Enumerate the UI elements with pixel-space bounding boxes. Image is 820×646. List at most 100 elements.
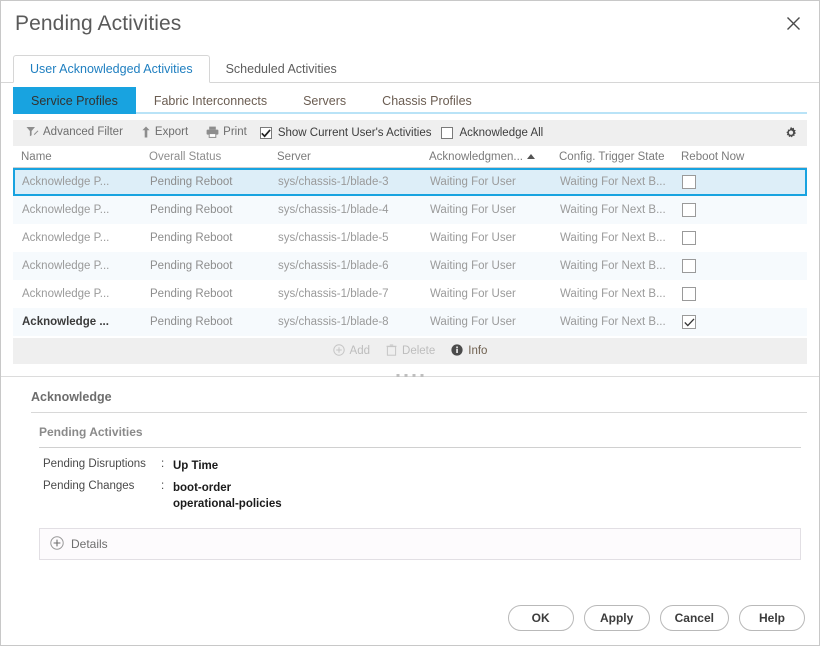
details-expander[interactable]: Details [39, 528, 801, 560]
table-row[interactable]: Acknowledge P... Pending Reboot sys/chas… [13, 252, 807, 280]
table-row[interactable]: Acknowledge P... Pending Reboot sys/chas… [13, 280, 807, 308]
acknowledge-all-checkbox[interactable]: Acknowledge All [437, 127, 549, 139]
tab-scheduled-activities[interactable]: Scheduled Activities [210, 55, 353, 83]
cell-reboot-now [674, 231, 764, 245]
cell-name: Acknowledge P... [22, 232, 110, 244]
close-icon[interactable] [779, 9, 807, 37]
tab-label: Servers [303, 93, 347, 108]
add-label: Add [349, 345, 371, 357]
column-header-config-trigger-state[interactable]: Config. Trigger State [551, 151, 673, 163]
table-row[interactable]: Acknowledge P... Pending Reboot sys/chas… [13, 168, 807, 196]
column-header-server[interactable]: Server [269, 151, 421, 163]
add-button[interactable]: Add [332, 343, 371, 359]
tab-service-profiles[interactable]: Service Profiles [13, 87, 136, 114]
cell-acknowledgment: Waiting For User [430, 232, 516, 244]
column-label: Server [277, 150, 311, 163]
reboot-now-checkbox[interactable] [682, 287, 696, 301]
cell-name: Acknowledge P... [22, 204, 110, 216]
export-label: Export [154, 126, 189, 139]
panel-splitter[interactable] [1, 370, 819, 384]
cell-config-trigger-state: Waiting For Next B... [560, 204, 666, 216]
gear-icon[interactable] [784, 126, 807, 140]
field-value: boot-order operational-policies [173, 480, 282, 512]
pending-activities-card: Pending Activities Pending Disruptions :… [31, 412, 807, 560]
cell-server: sys/chassis-1/blade-5 [278, 232, 389, 244]
tab-user-acknowledged-activities[interactable]: User Acknowledged Activities [13, 55, 210, 83]
splitter-grip [396, 374, 424, 377]
outer-tab-bar: User Acknowledged Activities Scheduled A… [1, 55, 819, 83]
field-separator: : [161, 458, 165, 470]
table-row[interactable]: Acknowledge ... Pending Reboot sys/chass… [13, 308, 807, 336]
cell-reboot-now [675, 175, 765, 189]
cell-reboot-now [674, 315, 764, 329]
table-row[interactable]: Acknowledge P... Pending Reboot sys/chas… [13, 196, 807, 224]
field-pending-disruptions: Pending Disruptions : Up Time [31, 458, 807, 480]
field-value-line: Up Time [173, 460, 219, 472]
checkbox-box [259, 127, 272, 139]
table-body: Acknowledge P... Pending Reboot sys/chas… [13, 168, 807, 336]
field-value-line: boot-order [173, 482, 232, 494]
cell-name: Acknowledge P... [22, 176, 110, 188]
reboot-now-checkbox[interactable] [682, 231, 696, 245]
help-button[interactable]: Help [739, 605, 805, 631]
tab-label: User Acknowledged Activities [30, 62, 193, 76]
pending-activities-dialog: Pending Activities User Acknowledged Act… [0, 0, 820, 646]
trash-icon [386, 344, 397, 359]
cell-server: sys/chassis-1/blade-8 [278, 316, 389, 328]
cell-status: Pending Reboot [150, 176, 233, 188]
export-button[interactable]: Export [132, 126, 197, 141]
cell-reboot-now [674, 259, 764, 273]
info-button[interactable]: Info [451, 343, 488, 359]
field-label: Pending Changes [43, 480, 135, 492]
print-button[interactable]: Print [197, 126, 256, 141]
ok-button[interactable]: OK [507, 605, 574, 631]
page-title: Pending Activities [15, 12, 182, 35]
table-toolbar: Advanced Filter Export Print Show Curren… [13, 120, 807, 146]
field-separator: : [161, 480, 165, 492]
reboot-now-checkbox[interactable] [682, 175, 696, 189]
cell-acknowledgment: Waiting For User [430, 316, 516, 328]
tab-label: Service Profiles [31, 93, 118, 108]
cell-reboot-now [674, 287, 764, 301]
reboot-now-checkbox[interactable] [682, 315, 696, 329]
cell-status: Pending Reboot [150, 204, 233, 216]
details-panel: Acknowledge Pending Activities Pending D… [1, 384, 819, 560]
tab-chassis-profiles[interactable]: Chassis Profiles [364, 87, 490, 114]
delete-label: Delete [402, 345, 436, 357]
info-icon [451, 343, 463, 359]
dialog-footer: OK Apply Cancel Help [507, 605, 805, 631]
info-label: Info [468, 345, 488, 357]
inner-tab-bar: Service Profiles Fabric Interconnects Se… [1, 87, 819, 114]
reboot-now-checkbox[interactable] [682, 259, 696, 273]
column-header-name[interactable]: Name [13, 151, 141, 163]
cell-acknowledgment: Waiting For User [430, 204, 516, 216]
tab-fabric-interconnects[interactable]: Fabric Interconnects [136, 87, 285, 114]
cell-status: Pending Reboot [150, 260, 233, 272]
cell-reboot-now [674, 203, 764, 217]
column-header-reboot-now[interactable]: Reboot Now [673, 151, 763, 163]
delete-button[interactable]: Delete [386, 344, 435, 359]
cell-config-trigger-state: Waiting For Next B... [560, 316, 666, 328]
cell-name: Acknowledge P... [22, 288, 110, 300]
card-divider [39, 447, 801, 448]
cell-config-trigger-state: Waiting For Next B... [560, 288, 666, 300]
activities-table: Name Overall Status Server Acknowledgmen… [13, 146, 807, 336]
column-label: Overall Status [149, 150, 222, 163]
acknowledge-all-label: Acknowledge All [459, 127, 544, 139]
advanced-filter-button[interactable]: Advanced Filter [17, 126, 132, 140]
field-label: Pending Disruptions [43, 458, 146, 470]
cancel-button[interactable]: Cancel [659, 605, 729, 631]
column-label: Acknowledgmen... [429, 150, 523, 163]
cell-status: Pending Reboot [150, 316, 233, 328]
table-row[interactable]: Acknowledge P... Pending Reboot sys/chas… [13, 224, 807, 252]
apply-button[interactable]: Apply [583, 605, 650, 631]
advanced-filter-label: Advanced Filter [43, 126, 123, 139]
show-current-users-activities-checkbox[interactable]: Show Current User's Activities [256, 127, 438, 139]
column-header-acknowledgment[interactable]: Acknowledgmen... [421, 151, 551, 163]
reboot-now-checkbox[interactable] [682, 203, 696, 217]
tab-label: Scheduled Activities [225, 62, 337, 76]
printer-icon [206, 126, 219, 141]
tab-servers[interactable]: Servers [285, 87, 364, 114]
column-header-overall-status[interactable]: Overall Status [141, 151, 269, 163]
cell-config-trigger-state: Waiting For Next B... [560, 232, 666, 244]
